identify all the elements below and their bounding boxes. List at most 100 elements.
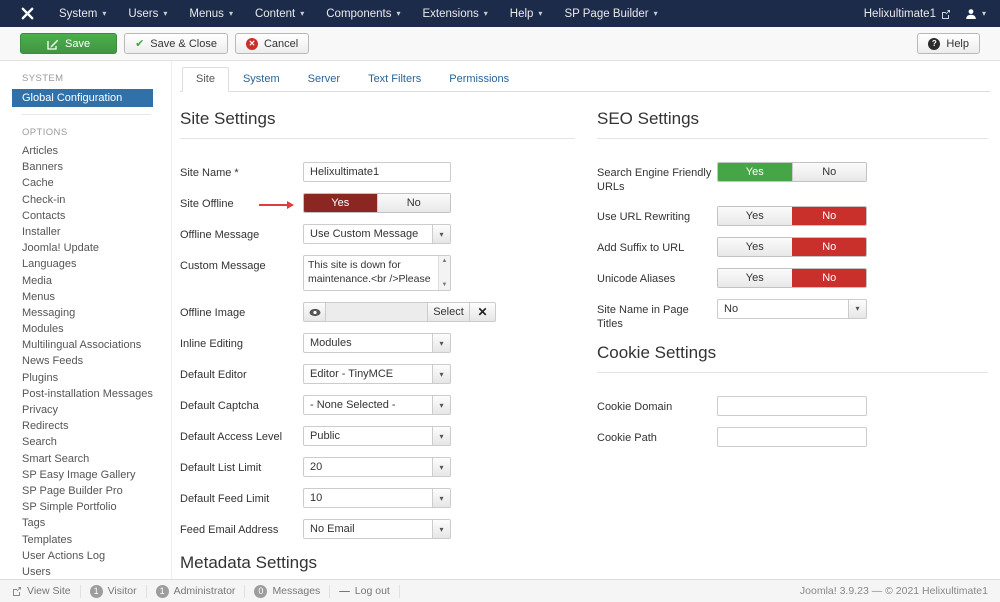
chevron-down-icon[interactable]: ▾ [433,426,451,446]
tab-system[interactable]: System [229,67,294,92]
sidebar-item[interactable]: Messaging [0,305,171,321]
chevron-down-icon[interactable]: ▾ [433,488,451,508]
cookie-domain-input[interactable] [717,396,867,416]
sidebar-item[interactable]: Multilingual Associations [0,337,171,353]
offline-image-input[interactable] [326,302,428,322]
unicode-aliases-toggle: Yes No [717,268,867,288]
default-access-level-label: Default Access Level [180,426,303,444]
sidebar-item[interactable]: Tags [0,515,171,531]
cookie-path-input[interactable] [717,427,867,447]
cancel-button[interactable]: ✕ Cancel [235,33,309,54]
sidebar-item[interactable]: SP Simple Portfolio [0,499,171,515]
sidebar-item[interactable]: Check-in [0,192,171,208]
chevron-down-icon[interactable]: ▾ [433,395,451,415]
sidebar-item-global-configuration[interactable]: Global Configuration [12,89,153,107]
chevron-down-icon[interactable]: ▾ [849,299,867,319]
default-editor-select[interactable]: Editor - TinyMCE ▾ [303,364,451,384]
unicode-aliases-no-button[interactable]: No [792,269,867,287]
offline-message-select[interactable]: Use Custom Message ▾ [303,224,451,244]
seo-settings-title: SEO Settings [597,109,988,139]
sidebar-item[interactable]: SP Page Builder Pro [0,483,171,499]
default-captcha-select[interactable]: - None Selected - ▾ [303,395,451,415]
sidebar-item[interactable]: Menus [0,289,171,305]
sidebar-item[interactable]: Smart Search [0,451,171,467]
sidebar-item[interactable]: Search [0,434,171,450]
chevron-down-icon[interactable]: ▾ [433,519,451,539]
sidebar-item[interactable]: Modules [0,321,171,337]
sidebar-item[interactable]: News Feeds [0,353,171,369]
sidebar-item[interactable]: SP Easy Image Gallery [0,467,171,483]
nav-menu-item[interactable]: Extensions ▾ [411,0,498,27]
inline-editing-select[interactable]: Modules ▾ [303,333,451,353]
chevron-down-icon[interactable]: ▾ [433,457,451,477]
sidebar-item[interactable]: Cache [0,175,171,191]
site-name-input[interactable] [303,162,451,182]
url-rewriting-toggle: Yes No [717,206,867,226]
logout-link[interactable]: — Log out [330,585,400,598]
sidebar-item[interactable]: Templates [0,532,171,548]
chevron-down-icon[interactable]: ▾ [433,364,451,384]
field-site-name-in-page-titles: Site Name in Page Titles No ▾ [597,299,988,332]
default-access-level-select[interactable]: Public ▾ [303,426,451,446]
nav-menu-item[interactable]: Users ▾ [117,0,178,27]
sidebar-item[interactable]: Plugins [0,370,171,386]
feed-email-address-select[interactable]: No Email ▾ [303,519,451,539]
administrator-status[interactable]: 1 Administrator [147,585,246,598]
sidebar-item[interactable]: Languages [0,256,171,272]
sidebar-item[interactable]: User Actions Log [0,548,171,564]
nav-menu-item[interactable]: SP Page Builder ▾ [553,0,668,27]
tab-text-filters[interactable]: Text Filters [354,67,435,92]
tab-site[interactable]: Site [182,67,229,92]
url-rewriting-no-button[interactable]: No [792,207,867,225]
unicode-aliases-yes-button[interactable]: Yes [718,269,792,287]
sidebar-item[interactable]: Privacy [0,402,171,418]
sidebar-item[interactable]: Post-installation Messages [0,386,171,402]
nav-menu-item[interactable]: Content ▾ [244,0,315,27]
default-list-limit-select[interactable]: 20 ▾ [303,457,451,477]
image-select-button[interactable]: Select [428,302,470,322]
tab-server[interactable]: Server [294,67,354,92]
sef-urls-no-button[interactable]: No [792,163,867,181]
custom-message-textarea[interactable]: This site is down for maintenance.<br />… [303,255,451,291]
scroll-down-icon[interactable]: ▼ [442,282,448,288]
site-offline-yes-button[interactable]: Yes [304,194,377,212]
sidebar-item[interactable]: Media [0,273,171,289]
nav-site-link[interactable]: Helixultimate1 [864,8,951,20]
save-close-button[interactable]: ✔ Save & Close [124,33,228,54]
site-offline-no-button[interactable]: No [377,194,451,212]
config-tabs: Site System Server Text Filters Permissi… [180,67,990,92]
url-rewriting-yes-button[interactable]: Yes [718,207,792,225]
nav-menu-item[interactable]: System ▾ [48,0,117,27]
nav-menu-item[interactable]: Help ▾ [499,0,554,27]
preview-button[interactable] [303,302,326,322]
user-menu[interactable]: ▾ [965,8,986,20]
sidebar-item[interactable]: Joomla! Update [0,240,171,256]
person-icon [965,8,977,20]
save-button[interactable]: Save [20,33,117,54]
add-suffix-yes-button[interactable]: Yes [718,238,792,256]
sidebar-item[interactable]: Banners [0,159,171,175]
site-name-in-page-titles-select[interactable]: No ▾ [717,299,867,319]
nav-menu-item[interactable]: Menus ▾ [178,0,244,27]
field-inline-editing: Inline Editing Modules ▾ [180,333,575,353]
image-clear-button[interactable]: ✕ [470,302,496,322]
sef-urls-yes-button[interactable]: Yes [718,163,792,181]
sidebar-item[interactable]: Contacts [0,208,171,224]
sidebar-item[interactable]: Installer [0,224,171,240]
sidebar-item[interactable]: Users [0,564,171,579]
nav-menu-item[interactable]: Components ▾ [315,0,411,27]
visitor-status[interactable]: 1 Visitor [81,585,147,598]
chevron-down-icon[interactable]: ▾ [433,333,451,353]
scroll-up-icon[interactable]: ▲ [442,258,448,264]
sidebar-item[interactable]: Articles [0,143,171,159]
add-suffix-no-button[interactable]: No [792,238,867,256]
help-button[interactable]: ? Help [917,33,980,54]
default-feed-limit-select[interactable]: 10 ▾ [303,488,451,508]
field-cookie-path: Cookie Path [597,427,988,447]
view-site-link[interactable]: View Site [12,585,81,598]
tab-permissions[interactable]: Permissions [435,67,523,92]
chevron-down-icon[interactable]: ▾ [433,224,451,244]
messages-status[interactable]: 0 Messages [245,585,330,598]
textarea-scrollbar[interactable]: ▲ ▼ [438,256,450,290]
sidebar-item[interactable]: Redirects [0,418,171,434]
